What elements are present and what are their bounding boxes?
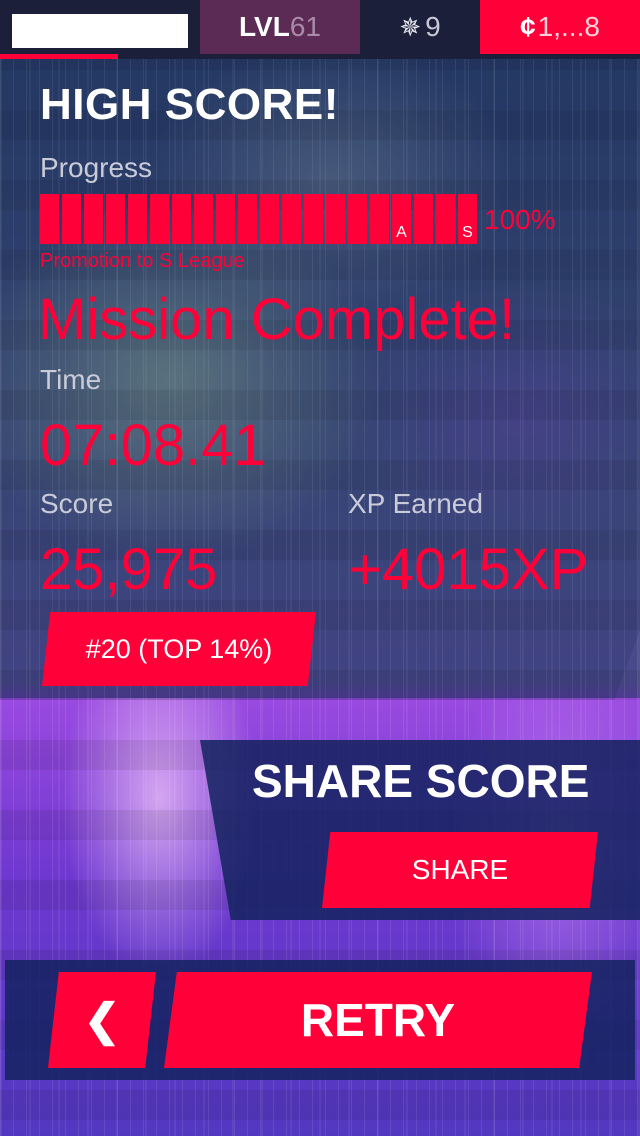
player-name-box[interactable] (12, 14, 188, 48)
progress-segment (348, 194, 367, 244)
progress-segment: S (458, 194, 477, 244)
level-value: 61 (289, 11, 321, 42)
progress-segment (282, 194, 301, 244)
progress-segment (238, 194, 257, 244)
chevron-left-icon: ❮ (83, 995, 121, 1045)
mission-status: Mission Complete! (38, 287, 516, 352)
league-marker: A (396, 224, 407, 241)
retry-button[interactable]: RETRY (164, 972, 592, 1068)
level-indicator: LVL 61 (200, 0, 360, 54)
score-label: Score (40, 488, 114, 519)
xp-earned-value: +4015XP (348, 537, 589, 602)
progress-segment (128, 194, 147, 244)
xp-progress-bar (0, 54, 640, 59)
progress-segment (260, 194, 279, 244)
progress-segment (414, 194, 433, 244)
xp-earned-label: XP Earned (348, 488, 483, 519)
coin-count: 1,...8 (537, 11, 600, 42)
promotion-text: Promotion to S League (40, 250, 245, 272)
time-value: 07:08.41 (40, 413, 266, 478)
back-button[interactable]: ❮ (48, 972, 156, 1068)
level-label: LVL (239, 11, 290, 42)
league-progress-bar: AS (40, 194, 477, 244)
progress-segment: A (392, 194, 411, 244)
leaderboard-rank-button[interactable]: #20 (TOP 14%) (42, 612, 316, 686)
progress-segment (172, 194, 191, 244)
coin-counter[interactable]: ¢ 1,...8 (480, 0, 640, 54)
top-bar: LVL 61 ✵ 9 ¢ 1,...8 (0, 0, 640, 54)
progress-segment (62, 194, 81, 244)
progress-segment (326, 194, 345, 244)
progress-segment (370, 194, 389, 244)
share-button[interactable]: SHARE (322, 832, 598, 908)
coin-icon: ¢ (520, 11, 536, 42)
progress-segment (84, 194, 103, 244)
headline: HIGH SCORE! (40, 80, 339, 129)
phoenix-icon: ✵ (399, 11, 422, 42)
progress-segment (216, 194, 235, 244)
phoenix-count: 9 (425, 11, 441, 42)
progress-percent: 100% (484, 204, 556, 235)
time-label: Time (40, 364, 102, 395)
phoenix-counter[interactable]: ✵ 9 (362, 0, 478, 54)
league-marker: S (462, 224, 473, 241)
xp-progress-fill (0, 54, 119, 59)
progress-segment (150, 194, 169, 244)
progress-segment (436, 194, 455, 244)
score-value: 25,975 (40, 537, 218, 602)
progress-segment (106, 194, 125, 244)
progress-segment (304, 194, 323, 244)
progress-label: Progress (40, 152, 153, 183)
progress-segment (194, 194, 213, 244)
progress-segment (40, 194, 59, 244)
share-title: SHARE SCORE (252, 755, 590, 807)
